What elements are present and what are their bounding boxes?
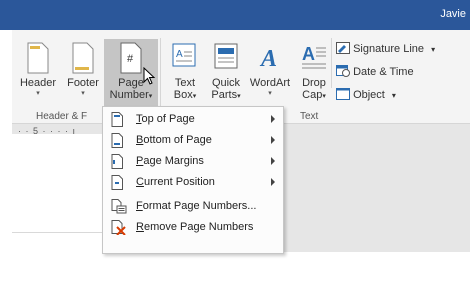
page-number-menu: Top of Page Bottom of Page Page Margins …: [102, 106, 284, 254]
group-label-header-footer: Header & F: [36, 111, 88, 122]
quick-parts-label-line1: Quick: [211, 77, 241, 89]
page-number-label-line2: Number: [109, 89, 149, 101]
drop-cap-label-line2-wrap: Cap▾: [297, 89, 331, 103]
signature-line-button[interactable]: Signature Line ▾: [336, 42, 435, 55]
text-box-button[interactable]: A Text Box▾: [166, 42, 204, 103]
page-margins-icon: [111, 154, 123, 169]
group-separator: [331, 38, 332, 88]
drop-cap-button[interactable]: A Drop Cap▾: [297, 42, 331, 103]
menu-item-current-position[interactable]: Current Position: [103, 172, 283, 193]
menu-item-top-of-page[interactable]: Top of Page: [103, 109, 283, 130]
menu-item-label: Page Margins: [136, 155, 204, 167]
chevron-right-icon: [271, 157, 275, 165]
svg-text:A: A: [302, 44, 315, 64]
object-icon: [336, 88, 350, 100]
page-number-label-line2-wrap: Number▾: [104, 89, 158, 103]
text-box-label-line1: Text: [174, 77, 196, 89]
text-box-icon: A: [172, 43, 196, 67]
svg-text:A: A: [176, 49, 183, 60]
calendar-icon: [336, 65, 350, 77]
chevron-down-icon: ▾: [148, 93, 153, 100]
menu-item-label: Current Position: [136, 176, 215, 188]
quick-parts-label-line2: Parts: [211, 89, 238, 101]
chevron-down-icon: ▾: [431, 45, 436, 54]
chevron-right-icon: [271, 136, 275, 144]
page-divider: [12, 232, 104, 233]
date-time-label: Date & Time: [353, 66, 414, 78]
menu-item-remove-page-numbers[interactable]: Remove Page Numbers: [103, 217, 283, 238]
chevron-down-icon: ▾: [36, 90, 40, 97]
group-label-text: Text: [300, 111, 319, 122]
menu-item-format-page-numbers[interactable]: Format Page Numbers...: [103, 196, 283, 217]
object-label: Object: [353, 89, 385, 101]
drop-cap-label-line2: Cap: [302, 89, 323, 101]
header-button[interactable]: Header ▾: [14, 42, 62, 98]
document-page[interactable]: [12, 134, 104, 252]
wordart-icon: A: [259, 46, 277, 72]
menu-item-label: Remove Page Numbers: [136, 221, 254, 233]
footer-button[interactable]: Footer ▾: [62, 42, 104, 98]
signature-line-label: Signature Line: [353, 43, 425, 55]
drop-cap-label-line1: Drop: [302, 77, 326, 89]
user-name[interactable]: Javie: [440, 8, 466, 20]
ruler: · · 5 · · · · ı: [18, 126, 76, 136]
top-of-page-icon: [111, 112, 123, 127]
title-bar: [0, 0, 470, 30]
quick-parts-button[interactable]: Quick Parts▾: [206, 42, 246, 103]
chevron-down-icon: ▾: [192, 93, 197, 100]
date-time-button[interactable]: Date & Time: [336, 65, 414, 78]
chevron-right-icon: [271, 178, 275, 186]
current-position-icon: [111, 175, 123, 190]
chevron-down-icon: ▾: [81, 90, 85, 97]
chevron-right-icon: [271, 115, 275, 123]
group-separator: [160, 38, 161, 114]
header-label: Header: [19, 77, 57, 89]
chevron-down-icon: ▾: [237, 93, 241, 100]
menu-item-label: Top of Page: [136, 113, 195, 125]
signature-line-icon: [336, 42, 350, 54]
footer-icon: [72, 42, 94, 74]
bottom-of-page-icon: [111, 133, 123, 148]
wordart-label: WordArt: [249, 77, 291, 89]
chevron-down-icon: ▾: [322, 93, 326, 100]
quick-parts-icon: [214, 43, 238, 69]
svg-text:#: #: [127, 53, 134, 65]
mouse-cursor-icon: [143, 67, 156, 85]
text-box-label-line2-wrap: Box▾: [166, 89, 204, 103]
menu-item-page-margins[interactable]: Page Margins: [103, 151, 283, 172]
menu-item-label: Bottom of Page: [136, 134, 212, 146]
text-box-label-line2: Box: [173, 89, 193, 101]
chevron-down-icon: ▾: [268, 90, 272, 97]
header-icon: [27, 42, 49, 74]
menu-item-bottom-of-page[interactable]: Bottom of Page: [103, 130, 283, 151]
svg-text:A: A: [259, 46, 277, 72]
footer-label: Footer: [67, 77, 99, 89]
remove-page-numbers-icon: [111, 220, 126, 235]
quick-parts-label-line2-wrap: Parts▾: [206, 89, 246, 103]
drop-cap-icon: A: [302, 44, 326, 69]
wordart-button[interactable]: A WordArt ▾: [247, 42, 293, 98]
object-button[interactable]: Object ▾: [336, 88, 396, 101]
chevron-down-icon: ▾: [391, 91, 396, 100]
menu-item-label: Format Page Numbers...: [136, 200, 257, 212]
format-page-numbers-icon: [111, 199, 127, 214]
page-number-icon: #: [120, 42, 142, 74]
